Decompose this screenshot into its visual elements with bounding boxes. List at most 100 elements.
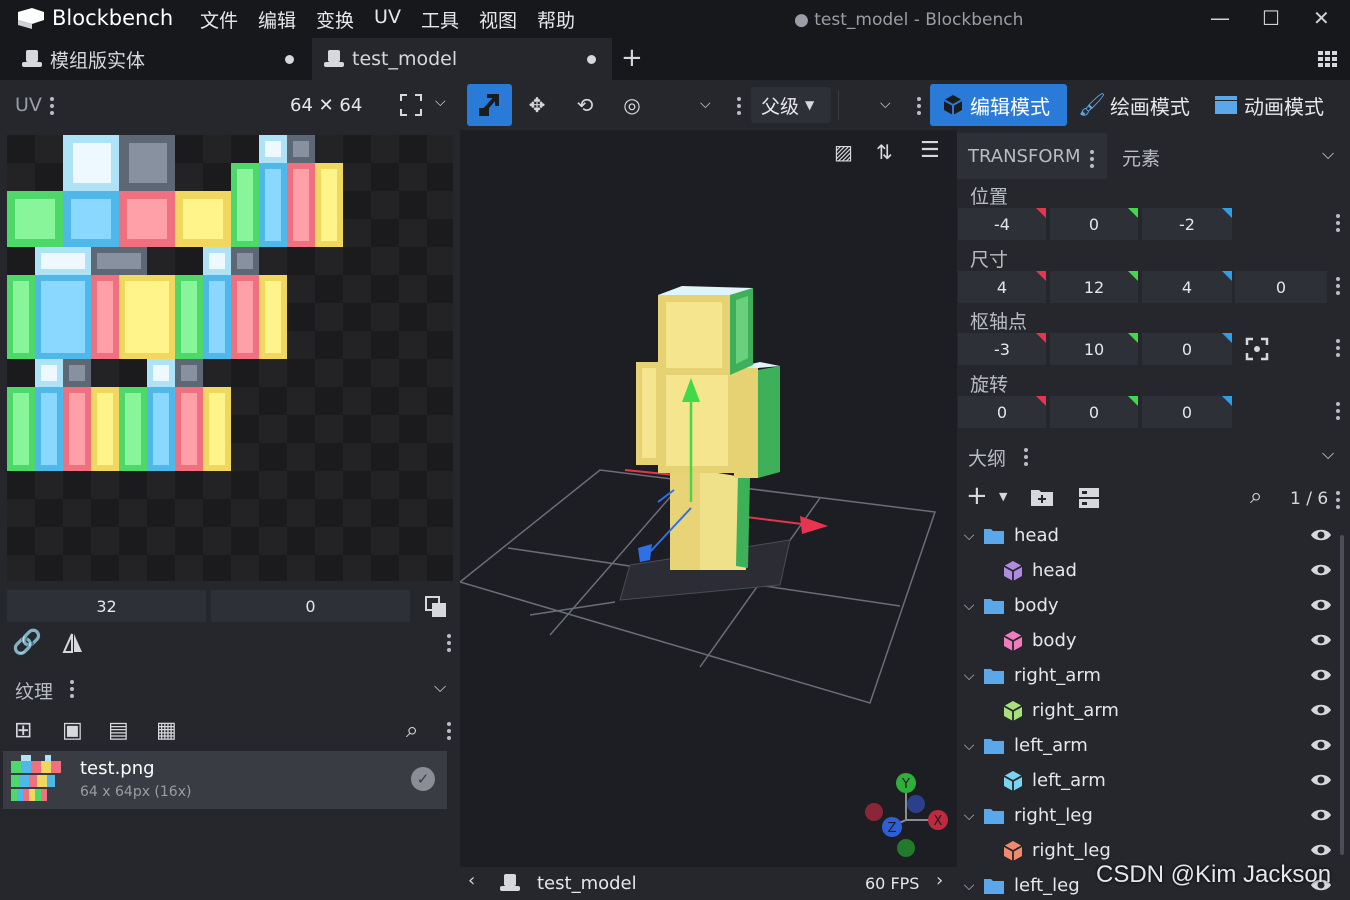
texture-selected-check-icon[interactable]: ✓: [411, 767, 435, 791]
visibility-eye-icon[interactable]: [1310, 667, 1332, 683]
sliders-icon[interactable]: ⇅: [876, 140, 893, 164]
chevron-down-icon[interactable]: ⌵: [959, 598, 979, 614]
chevron-down-icon[interactable]: ⌵: [434, 677, 446, 697]
orientation-gizmo[interactable]: Y X Z: [860, 770, 950, 860]
rotation-z-field[interactable]: 0: [1142, 396, 1232, 428]
visibility-eye-icon[interactable]: [1310, 772, 1332, 788]
outliner-scrollbar[interactable]: [1340, 535, 1344, 855]
visibility-eye-icon[interactable]: [1310, 632, 1332, 648]
toolbar-menu-icon[interactable]: [737, 97, 741, 118]
position-y-field[interactable]: 0: [1050, 208, 1138, 240]
rotate-icon[interactable]: ⟲: [570, 90, 600, 120]
texture-options-icon[interactable]: [447, 722, 451, 743]
visibility-eye-icon[interactable]: [1310, 807, 1332, 823]
outliner-menu-icon[interactable]: [1024, 448, 1028, 469]
size-x-field[interactable]: 4: [958, 271, 1046, 303]
uv-editor-canvas[interactable]: [7, 135, 453, 581]
hamburger-menu-icon[interactable]: ☰: [920, 138, 940, 163]
uv-offset-y-field[interactable]: 0: [211, 590, 410, 622]
add-texture-icon[interactable]: ⊞: [14, 718, 32, 743]
pivot-tool-icon[interactable]: ◎: [617, 90, 647, 120]
parent-select[interactable]: 父级 ▼: [751, 87, 831, 123]
move-tool-button[interactable]: [467, 84, 512, 126]
uv-menu-icon[interactable]: [50, 97, 54, 118]
mode-menu-icon[interactable]: [917, 97, 921, 118]
visibility-eye-icon[interactable]: [1310, 737, 1332, 753]
menu-tools[interactable]: 工具: [421, 6, 459, 33]
chevron-down-icon[interactable]: ⌵: [959, 668, 979, 684]
outliner-group-row[interactable]: ⌵ right_leg: [957, 798, 1350, 833]
chevron-down-icon[interactable]: ⌵: [435, 94, 446, 110]
tab-test-model[interactable]: test_model: [312, 38, 612, 80]
outliner-cube-row[interactable]: left_arm: [957, 763, 1350, 798]
outliner-cube-row[interactable]: right_arm: [957, 693, 1350, 728]
inflate-field[interactable]: 0: [1235, 271, 1327, 303]
collapse-all-icon[interactable]: [1078, 487, 1100, 509]
position-menu-icon[interactable]: [1336, 214, 1340, 235]
textures-menu-icon[interactable]: [70, 680, 74, 701]
menu-view[interactable]: 视图: [479, 6, 517, 33]
size-menu-icon[interactable]: [1336, 277, 1340, 298]
chevron-down-icon[interactable]: ⌵: [959, 528, 979, 544]
add-group-icon[interactable]: [1030, 487, 1054, 507]
paint-mode-button[interactable]: 🖌 绘画模式: [1078, 84, 1190, 126]
outliner-group-row[interactable]: ⌵ head: [957, 518, 1350, 553]
tab-transform[interactable]: TRANSFORM: [957, 133, 1107, 179]
menu-file[interactable]: 文件: [200, 6, 238, 33]
new-tab-plus-icon[interactable]: +: [621, 43, 643, 73]
pivot-z-field[interactable]: 0: [1142, 333, 1232, 365]
visibility-eye-icon[interactable]: [1310, 702, 1332, 718]
texture-grid-icon[interactable]: ▦: [156, 718, 177, 743]
size-z-field[interactable]: 4: [1142, 271, 1232, 303]
close-button[interactable]: ✕: [1313, 6, 1330, 30]
chevron-down-icon[interactable]: ⌵: [959, 808, 979, 824]
link-icon[interactable]: 🔗: [12, 628, 42, 656]
chevron-left-icon[interactable]: ‹: [468, 870, 475, 891]
texture-gallery-icon[interactable]: ▤: [108, 718, 129, 743]
menu-help[interactable]: 帮助: [537, 6, 575, 33]
chevron-down-icon[interactable]: ⌵: [700, 96, 711, 112]
rotation-x-field[interactable]: 0: [958, 396, 1046, 428]
visibility-eye-icon[interactable]: [1310, 527, 1332, 543]
tab-modded-entity[interactable]: 模组版实体: [0, 38, 310, 80]
uv-offset-x-field[interactable]: 32: [7, 590, 206, 622]
chevron-down-icon[interactable]: ⌵: [959, 878, 979, 894]
outliner-cube-row[interactable]: head: [957, 553, 1350, 588]
transform-menu-icon[interactable]: [1090, 150, 1094, 171]
outliner-cube-row[interactable]: body: [957, 623, 1350, 658]
chevron-down-icon[interactable]: ⌵: [959, 738, 979, 754]
mirror-icon[interactable]: [62, 632, 84, 654]
outliner-group-row[interactable]: ⌵ right_arm: [957, 658, 1350, 693]
edit-mode-button[interactable]: 编辑模式: [930, 84, 1067, 126]
pivot-menu-icon[interactable]: [1336, 339, 1340, 360]
center-pivot-icon[interactable]: [1245, 337, 1269, 361]
import-texture-icon[interactable]: ▣: [62, 718, 83, 743]
size-y-field[interactable]: 12: [1050, 271, 1138, 303]
uv-options-menu-icon[interactable]: [447, 634, 451, 655]
chevron-down-icon[interactable]: ⌵: [1322, 144, 1334, 164]
fullscreen-icon[interactable]: [400, 94, 422, 116]
maximize-button[interactable]: ☐: [1262, 6, 1280, 30]
position-z-field[interactable]: -2: [1142, 208, 1232, 240]
chevron-down-icon[interactable]: ⌵: [1322, 444, 1334, 464]
pivot-x-field[interactable]: -3: [958, 333, 1046, 365]
rotation-menu-icon[interactable]: [1336, 402, 1340, 423]
pivot-y-field[interactable]: 10: [1050, 333, 1138, 365]
menu-transform[interactable]: 变换: [316, 6, 354, 33]
outliner-options-icon[interactable]: [1336, 491, 1340, 512]
tab-elements[interactable]: 元素: [1122, 144, 1160, 171]
rotation-y-field[interactable]: 0: [1050, 396, 1138, 428]
position-x-field[interactable]: -4: [958, 208, 1046, 240]
visibility-eye-icon[interactable]: [1310, 562, 1332, 578]
search-icon[interactable]: ⌕: [406, 718, 418, 743]
image-icon[interactable]: ▨: [834, 140, 853, 164]
3d-viewport[interactable]: [458, 130, 957, 867]
visibility-eye-icon[interactable]: [1310, 842, 1332, 858]
animate-mode-button[interactable]: 动画模式: [1214, 84, 1324, 126]
outliner-group-row[interactable]: ⌵ left_arm: [957, 728, 1350, 763]
add-element-icon[interactable]: +: [966, 481, 988, 511]
menu-edit[interactable]: 编辑: [258, 6, 296, 33]
outliner-group-row[interactable]: ⌵ body: [957, 588, 1350, 623]
translate-icon[interactable]: ✥: [522, 90, 552, 120]
chevron-down-icon[interactable]: ⌵: [880, 96, 891, 112]
